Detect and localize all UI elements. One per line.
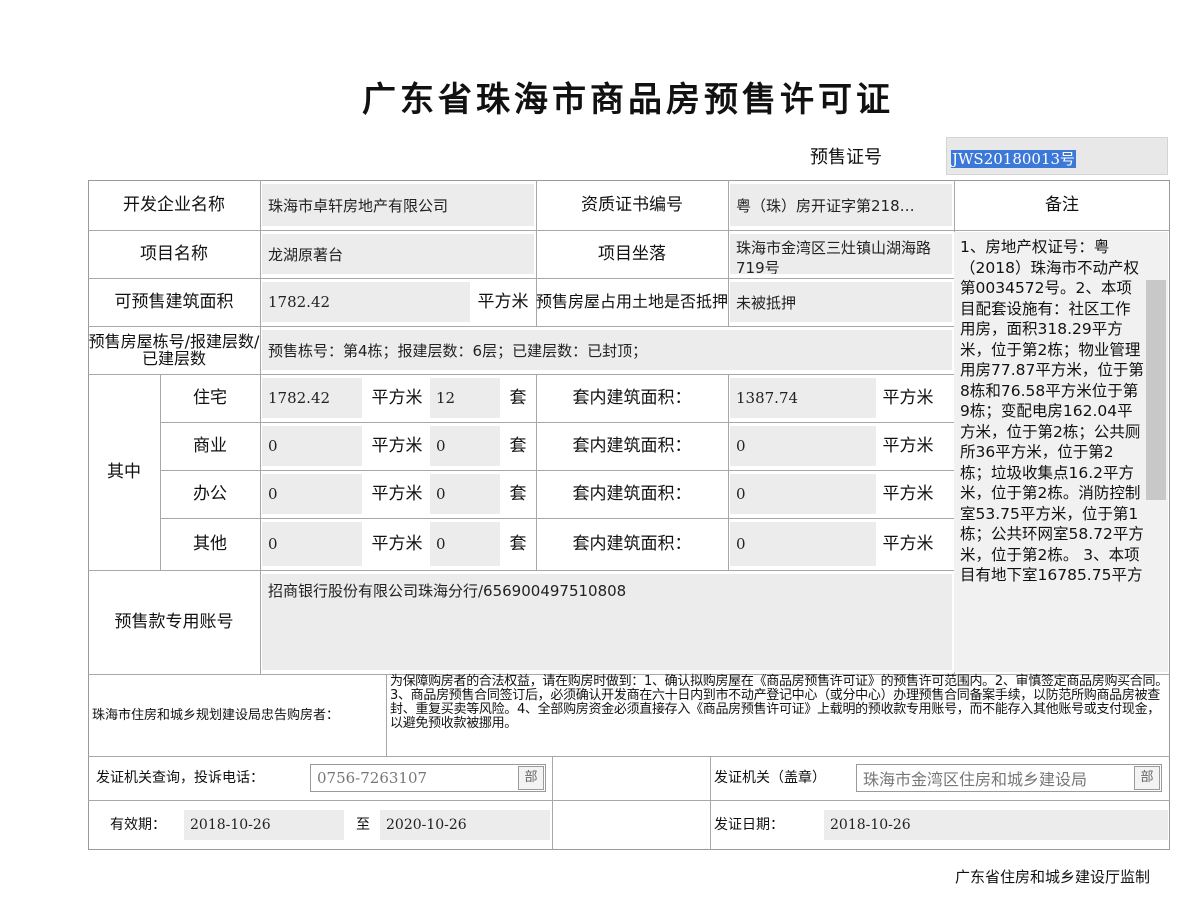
issuing-authority-label: 发证机关（盖章） [714,770,826,787]
office-inner-area-label: 套内建筑面积： [572,483,692,504]
validity-label: 有效期： [110,817,166,834]
building-floors-label: 预售房屋栋号/报建层数/已建层数 [88,331,260,368]
notice-text: 为保障购房者的合法权益，请在购房时做到：1、确认拟购房屋在《商品房预售许可证》的… [390,674,1168,731]
breakdown-group-label: 其中 [107,461,141,482]
validity-to-label: 至 [356,817,370,834]
developer-field[interactable]: 珠海市卓轩房地产有限公司 [262,184,534,226]
type-commercial-label: 商业 [193,435,227,456]
residential-inner-area-unit: 平方米 [882,387,934,408]
project-location-label: 项目坐落 [598,243,666,264]
other-count-unit: 套 [509,533,527,554]
issue-date-label: 发证日期： [714,817,784,834]
project-name-label: 项目名称 [140,243,208,264]
other-inner-area-field[interactable]: 0 [730,522,876,566]
other-inner-area-unit: 平方米 [882,533,934,554]
other-area-unit: 平方米 [371,533,423,554]
permit-number-label: 预售证号 [810,147,882,168]
qualification-field[interactable]: 粤（珠）房开证字第218… [730,184,952,226]
commercial-count-field[interactable]: 0 [430,426,500,466]
project-name-field[interactable]: 龙湖原著台 [262,234,534,274]
complaint-phone-label: 发证机关查询，投诉电话： [96,770,264,787]
office-inner-area-unit: 平方米 [882,483,934,504]
residential-count-field[interactable]: 12 [430,378,500,418]
building-floors-field[interactable]: 预售栋号：第4栋；报建层数：6层；已建层数：已封顶； [262,330,952,370]
land-mortgage-label: 预售房屋占用土地是否抵押 [536,292,729,312]
land-mortgage-field[interactable]: 未被抵押 [730,282,952,322]
other-area-field[interactable]: 0 [262,522,362,566]
supervisor-footer: 广东省住房和城乡建设厅监制 [955,868,1151,886]
issue-date-field[interactable]: 2018-10-26 [824,810,1168,840]
issuing-authority-field[interactable]: 珠海市金湾区住房和城乡建设局 [856,764,1162,792]
type-residential-label: 住宅 [193,387,227,408]
office-inner-area-field[interactable]: 0 [730,474,876,514]
residential-area-unit: 平方米 [371,387,423,408]
type-office-label: 办公 [193,483,227,504]
phone-field-button[interactable]: 部 [518,766,544,790]
commercial-inner-area-label: 套内建筑面积： [572,435,692,456]
office-area-unit: 平方米 [371,483,423,504]
qualification-label: 资质证书编号 [581,194,683,215]
commercial-area-unit: 平方米 [371,435,423,456]
commercial-area-field[interactable]: 0 [262,426,362,466]
saleable-area-label: 可预售建筑面积 [114,291,234,312]
permit-number-value: JWS20180013号 [951,150,1077,168]
office-count-field[interactable]: 0 [430,474,500,514]
commercial-count-unit: 套 [509,435,527,456]
residential-inner-area-field[interactable]: 1387.74 [730,378,876,418]
commercial-inner-area-unit: 平方米 [882,435,934,456]
complaint-phone-field[interactable]: 0756-7263107 [310,764,546,792]
developer-label: 开发企业名称 [123,194,225,215]
saleable-area-field[interactable]: 1782.42 [262,282,470,322]
residential-count-unit: 套 [509,387,527,408]
remarks-label: 备注 [1045,194,1079,215]
other-count-field[interactable]: 0 [430,522,500,566]
remarks-textarea[interactable]: 1、房地产权证号：粤（2018）珠海市不动产权第0034572号。2、本项目配套… [954,232,1168,672]
notice-label: 珠海市住房和城乡规划建设局忠告购房者： [92,707,340,723]
issuer-field-button[interactable]: 部 [1134,766,1160,790]
remarks-scrollbar[interactable] [1146,280,1166,500]
validity-from-field[interactable]: 2018-10-26 [184,810,344,840]
residential-area-field[interactable]: 1782.42 [262,378,362,418]
other-inner-area-label: 套内建筑面积： [572,533,692,554]
permit-number-field[interactable]: JWS20180013号 [946,137,1168,175]
office-area-field[interactable]: 0 [262,474,362,514]
project-location-field[interactable]: 珠海市金湾区三灶镇山湖海路719号 [730,234,952,274]
commercial-inner-area-field[interactable]: 0 [730,426,876,466]
validity-to-field[interactable]: 2020-10-26 [380,810,550,840]
type-other-label: 其他 [193,533,227,554]
presale-account-field[interactable]: 招商银行股份有限公司珠海分行/656900497510808 [262,574,952,670]
residential-inner-area-label: 套内建筑面积： [572,387,692,408]
saleable-area-unit: 平方米 [477,291,529,312]
presale-account-label: 预售款专用账号 [114,611,234,632]
office-count-unit: 套 [509,483,527,504]
page-title: 广东省珠海市商品房预售许可证 [362,80,894,120]
